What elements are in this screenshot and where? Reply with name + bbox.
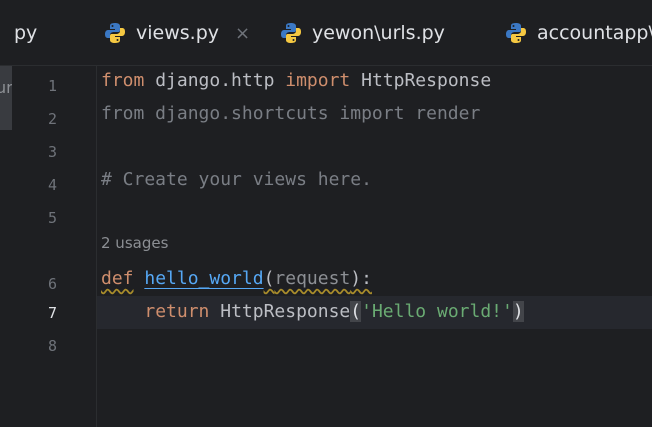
line-number: 4 [47,176,57,194]
function-name: hello_world [144,268,264,289]
project-panel-text: ur [0,78,13,97]
line-number: 5 [47,209,57,227]
python-icon [105,23,125,43]
tab-label: yewon\urls.py [312,22,445,44]
line-number-current: 7 [47,304,57,322]
usages-hint[interactable]: 2 usages [101,229,168,257]
line-number: 1 [47,77,57,95]
code-line-4-comment: # Create your views here. [101,169,372,190]
tab-label: accountapp\ [537,22,652,44]
keyword: from [101,70,145,91]
module-name: django.http [144,70,286,91]
tab-views-py[interactable]: views.py × [104,0,250,66]
line-number-gutter[interactable]: 1 2 3 4 5 6 7 8 [12,66,96,427]
code-line-6: def hello_world(request): [101,262,372,295]
keyword: return [144,301,210,322]
paren: ( [263,268,275,289]
keyword: def [101,268,134,289]
line-number: 2 [47,110,57,128]
string-literal: 'Hello world!' [361,301,513,322]
code-editor[interactable]: from django.http import HttpResponse fro… [97,66,652,427]
class-name: HttpResponse [209,301,351,322]
keyword: import [285,70,351,91]
line-number: 3 [47,143,57,161]
python-icon [281,23,301,43]
line-number: 8 [47,337,57,355]
matched-paren: ( [350,301,362,322]
line-number: 6 [47,275,57,293]
tab-partial-left[interactable]: py [14,0,37,66]
matched-paren: ) [512,301,524,322]
code-line-2-unused-import: from django.shortcuts import render [101,103,481,124]
tab-label: views.py [136,22,219,44]
paren: ): [350,268,372,289]
tab-accountapp[interactable]: accountapp\ [505,0,652,66]
tab-label: py [14,22,38,44]
close-icon[interactable]: × [235,23,250,44]
project-panel-edge[interactable] [0,66,12,130]
python-icon [506,23,526,43]
parameter: request [274,268,351,289]
tab-urls-py[interactable]: yewon\urls.py [280,0,445,66]
code-line-1: from django.http import HttpResponse [101,64,491,97]
import-name: HttpResponse [350,70,492,91]
code-line-7: return HttpResponse('Hello world!') [101,295,524,328]
editor-tab-bar: py views.py × yewon\urls.py accountapp\ [0,0,652,66]
